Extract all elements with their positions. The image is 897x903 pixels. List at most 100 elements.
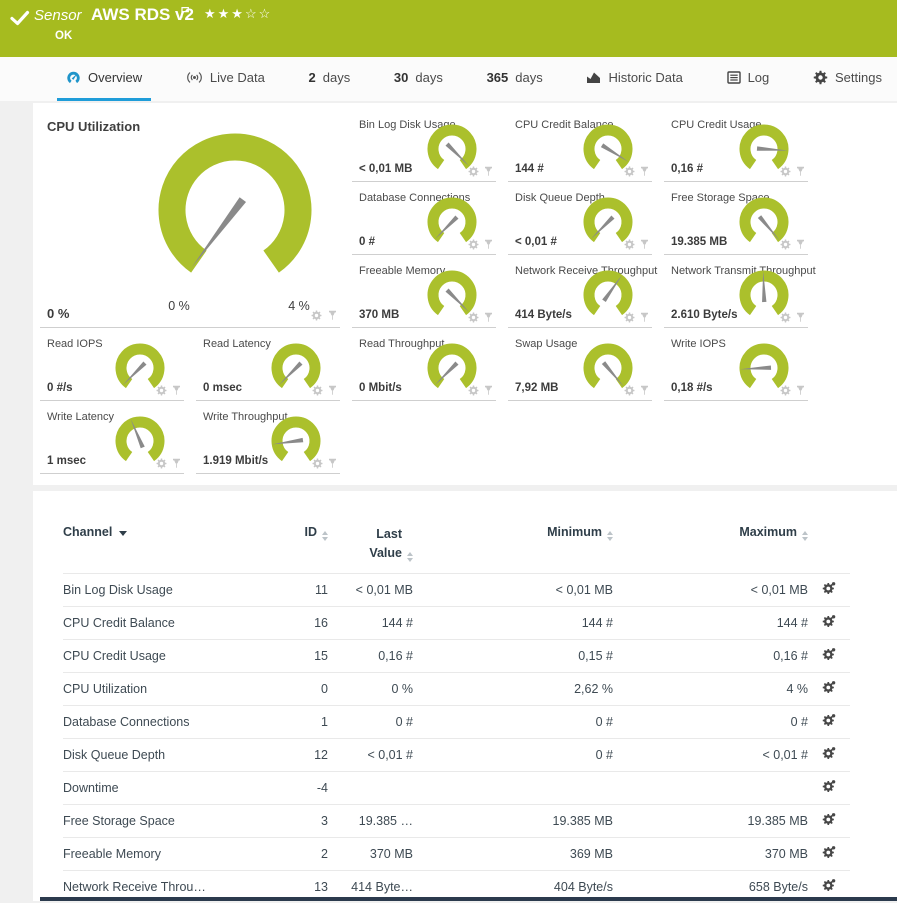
channel-settings-button[interactable]: [822, 713, 836, 727]
cell-channel: Downtime: [63, 771, 258, 804]
channel-table: Channel ID Last Value Minimum Maximum Bi…: [63, 521, 850, 903]
pin-button[interactable]: [639, 239, 650, 250]
cell-channel: Database Connections: [63, 705, 258, 738]
gauge-read-latency: Read Latency0 msec: [196, 328, 340, 401]
sensor-title: AWS RDS v2: [91, 5, 194, 25]
pin-button[interactable]: [171, 458, 182, 469]
gauge-settings-button[interactable]: [156, 458, 167, 469]
cell-last: < 0,01 #: [328, 738, 413, 771]
table-row: Bin Log Disk Usage11< 0,01 MB< 0,01 MB< …: [63, 573, 850, 606]
gauge-write-latency: Write Latency1 msec: [40, 401, 184, 474]
gauge-settings-button[interactable]: [780, 312, 791, 323]
cell-max: 4 %: [613, 672, 808, 705]
tab-live-data[interactable]: Live Data: [177, 57, 274, 101]
gauge-settings-button[interactable]: [468, 166, 479, 177]
gauge-network-transmit-throughput: Network Transmit Throughput2.610 Byte/s: [664, 255, 808, 328]
cell-max: 370 MB: [613, 837, 808, 870]
pin-button[interactable]: [483, 166, 494, 177]
pin-button[interactable]: [171, 385, 182, 396]
gauge-settings-button[interactable]: [312, 458, 323, 469]
gauge-settings-button[interactable]: [468, 385, 479, 396]
tab-overview[interactable]: Overview: [57, 57, 151, 101]
tab-365-days[interactable]: 365days: [478, 57, 552, 101]
gauge-settings-button[interactable]: [624, 385, 635, 396]
cell-last: < 0,01 MB: [328, 573, 413, 606]
table-header-row: Channel ID Last Value Minimum Maximum: [63, 521, 850, 573]
cell-id: 0: [258, 672, 328, 705]
gauge-settings-button[interactable]: [468, 239, 479, 250]
gauge-settings-button[interactable]: [468, 312, 479, 323]
gauge-title: Read IOPS: [47, 338, 103, 350]
gauge-freeable-memory: Freeable Memory370 MB: [352, 255, 496, 328]
gauge-settings-button[interactable]: [780, 385, 791, 396]
gauge-settings-button[interactable]: [156, 385, 167, 396]
gauge-settings-button[interactable]: [780, 166, 791, 177]
cell-max: 0 #: [613, 705, 808, 738]
priority-stars[interactable]: ★★★☆☆: [204, 6, 272, 22]
gauge-settings-button[interactable]: [312, 385, 323, 396]
gauge-icon: [66, 70, 81, 85]
cell-min: 369 MB: [413, 837, 613, 870]
gauge-bin-log-disk-usage: Bin Log Disk Usage< 0,01 MB: [352, 109, 496, 182]
pin-button[interactable]: [327, 310, 338, 321]
sort-icon: [322, 531, 328, 541]
tab-label: days: [323, 70, 350, 85]
tab-log[interactable]: Log: [718, 57, 779, 101]
channel-settings-button[interactable]: [822, 581, 836, 595]
gauge-value: 1 msec: [47, 455, 86, 467]
channel-settings-button[interactable]: [822, 614, 836, 628]
gauge-settings-button[interactable]: [311, 310, 322, 321]
gauge-actions: [624, 312, 650, 323]
cell-min: [413, 771, 613, 804]
pin-button[interactable]: [483, 385, 494, 396]
pin-button[interactable]: [483, 239, 494, 250]
tab-settings[interactable]: Settings: [804, 57, 891, 101]
channel-settings-button[interactable]: [822, 779, 836, 793]
pin-button[interactable]: [795, 239, 806, 250]
pin-button[interactable]: [795, 312, 806, 323]
cell-id: 11: [258, 573, 328, 606]
channel-settings-button[interactable]: [822, 845, 836, 859]
cell-actions: [808, 771, 850, 804]
cell-channel: CPU Utilization: [63, 672, 258, 705]
channel-settings-button[interactable]: [822, 812, 836, 826]
channel-settings-button[interactable]: [822, 746, 836, 760]
gauge-settings-button[interactable]: [624, 166, 635, 177]
gauge-value: 370 MB: [359, 309, 399, 321]
gauge-title: Write IOPS: [671, 338, 726, 350]
cell-actions: [808, 804, 850, 837]
gauge-database-connections: Database Connections0 #: [352, 182, 496, 255]
column-header-maximum[interactable]: Maximum: [613, 521, 808, 573]
cell-min: < 0,01 MB: [413, 573, 613, 606]
sort-icon: [607, 531, 613, 541]
pin-button[interactable]: [483, 312, 494, 323]
pin-button[interactable]: [639, 166, 650, 177]
column-header-minimum[interactable]: Minimum: [413, 521, 613, 573]
tab-label: Historic Data: [608, 70, 682, 85]
pin-button[interactable]: [795, 166, 806, 177]
column-header-id[interactable]: ID: [258, 521, 328, 573]
channel-settings-button[interactable]: [822, 878, 836, 892]
tab-2-days[interactable]: 2days: [300, 57, 360, 101]
tab-30-days[interactable]: 30days: [385, 57, 452, 101]
sensor-header: Sensor AWS RDS v2 ★★★☆☆ OK: [0, 0, 897, 57]
pin-button[interactable]: [327, 385, 338, 396]
channel-settings-button[interactable]: [822, 680, 836, 694]
gauge-actions: [468, 166, 494, 177]
cell-actions: [808, 738, 850, 771]
gauge-settings-button[interactable]: [780, 239, 791, 250]
gauge-network-receive-throughput: Network Receive Throughput414 Byte/s: [508, 255, 652, 328]
flag-icon[interactable]: [180, 5, 190, 23]
tab-label: Log: [748, 70, 770, 85]
tab-historic-data[interactable]: Historic Data: [577, 57, 691, 101]
gauge-settings-button[interactable]: [624, 239, 635, 250]
column-header-channel[interactable]: Channel: [63, 521, 258, 573]
pin-button[interactable]: [327, 458, 338, 469]
column-header-last-value[interactable]: Last Value: [328, 521, 413, 573]
cell-last: 0 %: [328, 672, 413, 705]
pin-button[interactable]: [795, 385, 806, 396]
gauge-settings-button[interactable]: [624, 312, 635, 323]
pin-button[interactable]: [639, 385, 650, 396]
channel-settings-button[interactable]: [822, 647, 836, 661]
pin-button[interactable]: [639, 312, 650, 323]
